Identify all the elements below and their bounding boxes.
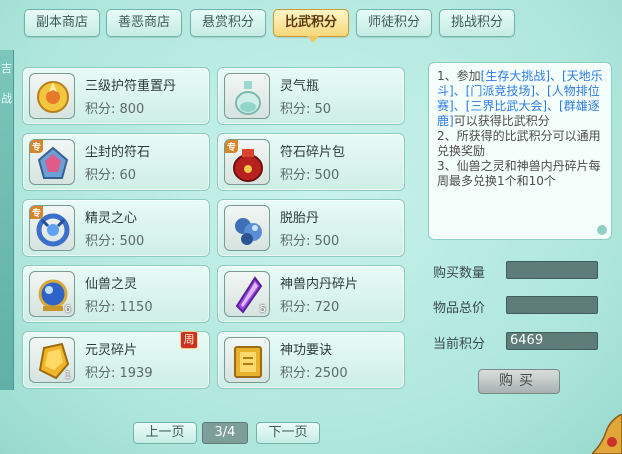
side-char: 吉: [1, 62, 12, 75]
item-name: 神兽内丹碎片: [280, 277, 359, 292]
tab-dungeon-shop[interactable]: 副本商店: [24, 9, 100, 37]
item-price: 积分: 500: [280, 168, 340, 183]
item-name: 符石碎片包: [280, 145, 346, 160]
tab-challenge-points[interactable]: 挑战积分: [439, 9, 515, 37]
item-count: 5: [259, 304, 266, 315]
side-char: 战: [1, 92, 12, 105]
shop-item[interactable]: 三级护符重置丹 积分: 800: [22, 67, 210, 125]
item-price: 积分: 800: [85, 102, 145, 117]
item-price: 积分: 500: [85, 234, 145, 249]
tab-bounty-points[interactable]: 悬赏积分: [190, 9, 266, 37]
prev-page-button[interactable]: 上一页: [133, 422, 197, 444]
shop-item[interactable]: 脱胎丹 积分: 500: [217, 199, 405, 257]
item-name: 灵气瓶: [280, 79, 320, 94]
item-name: 神功要诀: [280, 343, 333, 358]
rules-line1-prefix: 1、参加: [437, 69, 481, 83]
red-pouch-icon: 专: [224, 139, 270, 185]
item-price: 积分: 1150: [85, 300, 153, 315]
side-decoration: 吉 战: [0, 50, 14, 390]
item-name: 三级护符重置丹: [85, 79, 177, 94]
spirit-heart-icon: 专: [29, 205, 75, 251]
item-name: 脱胎丹: [280, 211, 320, 226]
exclusive-tag: 专: [30, 206, 44, 219]
item-name: 精灵之心: [85, 211, 138, 226]
next-page-button[interactable]: 下一页: [256, 422, 320, 444]
shop-item[interactable]: 专 尘封的符石 积分: 60: [22, 133, 210, 191]
page-indicator: 3/4: [202, 422, 248, 444]
item-price: 积分: 50: [280, 102, 332, 117]
item-count: 6: [64, 304, 71, 315]
blue-pill-icon: [224, 205, 270, 251]
weekly-limit-badge: 周: [180, 331, 198, 349]
shop-item[interactable]: 5 神兽内丹碎片 积分: 720: [217, 265, 405, 323]
spirit-vase-icon: [224, 73, 270, 119]
current-points-label: 当前积分: [433, 337, 486, 352]
rules-line2: 2、所获得的比武积分可以通用兑换奖励: [437, 129, 601, 158]
current-points-value: 6469: [506, 332, 598, 350]
rules-line3: 3、仙兽之灵和神兽内丹碎片每周最多兑换1个和10个: [437, 159, 601, 188]
exclusive-tag: 专: [30, 140, 44, 153]
item-price: 积分: 60: [85, 168, 137, 183]
rules-line1-suffix: 可以获得比武积分: [453, 114, 550, 128]
total-price-label: 物品总价: [433, 301, 486, 316]
shop-item[interactable]: 神功要诀 积分: 2500: [217, 331, 405, 389]
gold-lotus-icon: [29, 73, 75, 119]
buy-button[interactable]: 购买: [478, 369, 560, 394]
item-name: 仙兽之灵: [85, 277, 138, 292]
item-price: 积分: 720: [280, 300, 340, 315]
item-price: 积分: 2500: [280, 366, 348, 381]
rules-description: 1、参加[生存大挑战]、[天地乐斗]、[门派竞技场]、[人物排位赛]、[三界比武…: [428, 62, 612, 240]
shop-item[interactable]: 灵气瓶 积分: 50: [217, 67, 405, 125]
quantity-input[interactable]: [506, 261, 598, 279]
total-price-value: [506, 296, 598, 314]
shop-item[interactable]: 专 精灵之心 积分: 500: [22, 199, 210, 257]
blue-orb-icon: 6: [29, 271, 75, 317]
item-count: 1: [64, 370, 71, 381]
shop-item[interactable]: 专 符石碎片包 积分: 500: [217, 133, 405, 191]
gold-book-icon: [224, 337, 270, 383]
item-price: 积分: 1939: [85, 366, 153, 381]
scroll-handle[interactable]: [597, 225, 607, 235]
quantity-label: 购买数量: [433, 266, 486, 281]
exclusive-tag: 专: [225, 140, 239, 153]
item-price: 积分: 500: [280, 234, 340, 249]
gold-shard-icon: 1: [29, 337, 75, 383]
purple-crystal-icon: 5: [224, 271, 270, 317]
rune-stone-icon: 专: [29, 139, 75, 185]
corner-ornament-icon: [590, 413, 622, 454]
shop-item[interactable]: 6 仙兽之灵 积分: 1150: [22, 265, 210, 323]
tab-arena-points[interactable]: 比武积分: [273, 9, 349, 43]
item-name: 元灵碎片: [85, 343, 138, 358]
tab-karma-shop[interactable]: 善恶商店: [106, 9, 182, 37]
tab-mentor-points[interactable]: 师徒积分: [356, 9, 432, 37]
item-name: 尘封的符石: [85, 145, 151, 160]
